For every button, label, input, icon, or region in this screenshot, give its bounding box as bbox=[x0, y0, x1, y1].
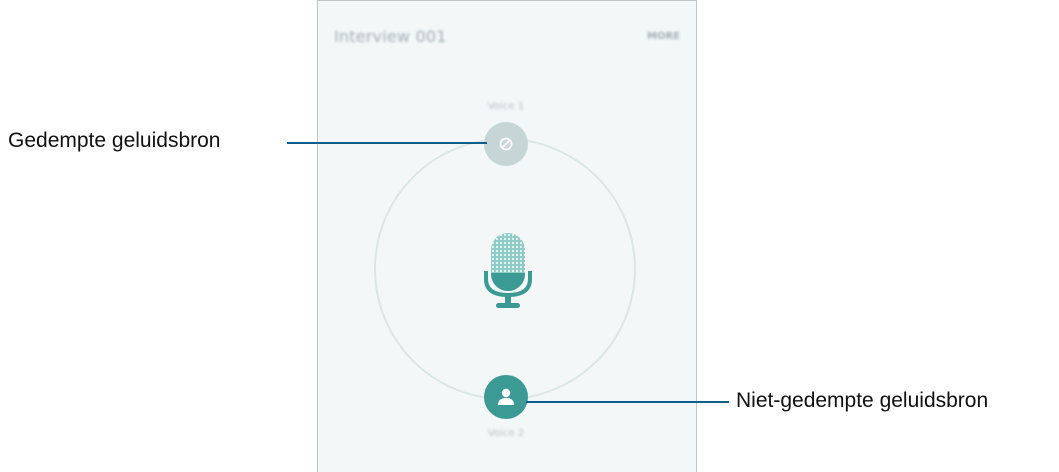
callout-muted-label: Gedempte geluidsbron bbox=[8, 129, 221, 152]
callout-muted-line bbox=[287, 142, 487, 144]
figure-stage: Interview 001 MORE Voice 1 Voice 2 Gedem… bbox=[0, 0, 1059, 472]
recording-title: Interview 001 bbox=[334, 27, 447, 46]
voice-1-label: Voice 1 bbox=[487, 101, 525, 112]
microphone-icon[interactable] bbox=[483, 233, 533, 311]
muted-icon bbox=[499, 137, 513, 151]
voice-source-unmuted[interactable] bbox=[484, 375, 528, 419]
voice-2-label: Voice 2 bbox=[487, 428, 525, 439]
person-icon bbox=[498, 388, 514, 405]
more-button[interactable]: MORE bbox=[647, 31, 680, 42]
callout-unmuted-line bbox=[526, 401, 729, 403]
voice-source-muted[interactable] bbox=[484, 122, 528, 166]
callout-unmuted-label: Niet-gedempte geluidsbron bbox=[736, 389, 989, 412]
